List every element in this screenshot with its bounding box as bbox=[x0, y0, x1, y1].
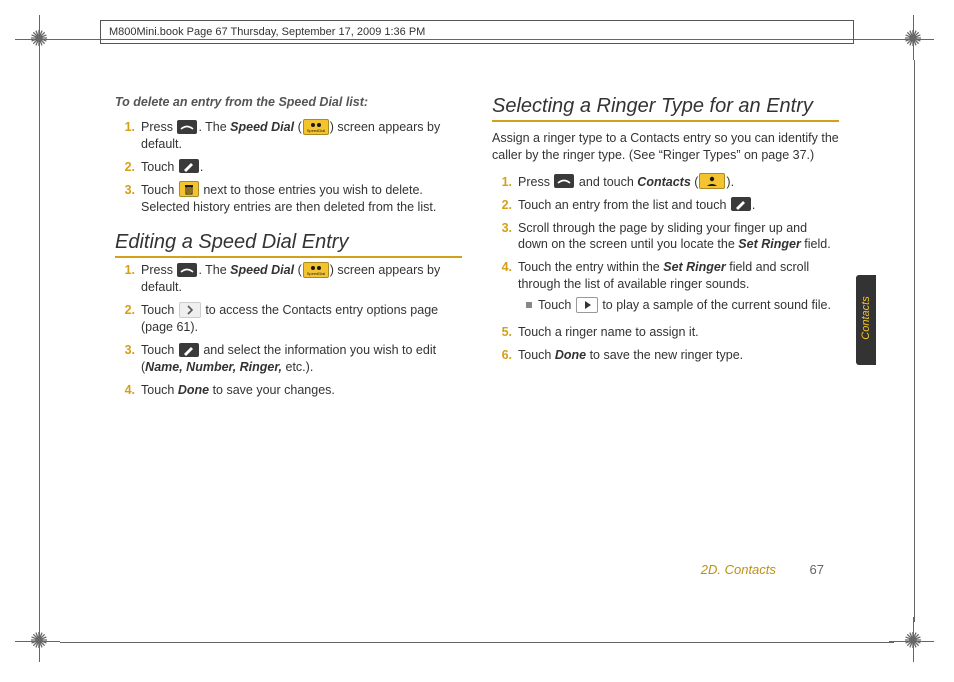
ringer-heading: Selecting a Ringer Type for an Entry bbox=[492, 95, 839, 122]
edit-pencil-icon bbox=[731, 197, 751, 211]
contacts-icon bbox=[699, 173, 725, 189]
list-item: 2. Touch an entry from the list and touc… bbox=[492, 197, 839, 214]
footer-page-number: 67 bbox=[810, 562, 824, 577]
edit-pencil-icon bbox=[179, 343, 199, 357]
delete-intro: To delete an entry from the Speed Dial l… bbox=[115, 95, 462, 109]
sub-bullet: Touch to play a sample of the current so… bbox=[526, 297, 839, 314]
speed-dial-icon: SpeedDial bbox=[303, 119, 329, 135]
svg-text:SpeedDial: SpeedDial bbox=[307, 128, 326, 133]
crop-mark-tr: ✺ bbox=[889, 15, 939, 65]
list-item: 1. Press . The Speed Dial (SpeedDial) sc… bbox=[115, 262, 462, 296]
crop-rule-bottom bbox=[60, 642, 894, 643]
section-tab-label: Contacts bbox=[860, 274, 872, 362]
home-key-icon bbox=[554, 174, 574, 188]
list-item: 3. Scroll through the page by sliding yo… bbox=[492, 220, 839, 254]
page-footer: 2D. Contacts 67 bbox=[701, 562, 824, 577]
home-key-icon bbox=[177, 263, 197, 277]
edit-pencil-icon bbox=[179, 159, 199, 173]
crop-mark-br: ✺ bbox=[889, 617, 939, 667]
ringer-steps: 1. Press and touch Contacts (). 2. Touch… bbox=[492, 174, 839, 364]
delete-steps: 1. Press . The Speed Dial (SpeedDial) sc… bbox=[115, 119, 462, 215]
editing-heading: Editing a Speed Dial Entry bbox=[115, 231, 462, 258]
list-item: 2. Touch . bbox=[115, 159, 462, 176]
speed-dial-icon: SpeedDial bbox=[303, 262, 329, 278]
crop-rule-left bbox=[39, 60, 40, 622]
list-item: 4. Touch the entry within the Set Ringer… bbox=[492, 259, 839, 318]
footer-section: 2D. Contacts bbox=[701, 562, 776, 577]
left-column: To delete an entry from the Speed Dial l… bbox=[115, 95, 462, 587]
list-item: 4. Touch Done to save your changes. bbox=[115, 382, 462, 399]
document-header: M800Mini.book Page 67 Thursday, Septembe… bbox=[100, 20, 854, 44]
home-key-icon bbox=[177, 120, 197, 134]
crop-rule-right bbox=[914, 60, 915, 622]
ringer-intro: Assign a ringer type to a Contacts entry… bbox=[492, 130, 839, 164]
list-item: 1. Press . The Speed Dial (SpeedDial) sc… bbox=[115, 119, 462, 153]
list-item: 1. Press and touch Contacts (). bbox=[492, 174, 839, 191]
list-item: 2. Touch to access the Contacts entry op… bbox=[115, 302, 462, 336]
crop-mark-tl: ✺ bbox=[15, 15, 65, 65]
bullet-square-icon bbox=[526, 302, 532, 308]
right-column: Selecting a Ringer Type for an Entry Ass… bbox=[492, 95, 839, 587]
edit-steps: 1. Press . The Speed Dial (SpeedDial) sc… bbox=[115, 262, 462, 398]
section-tab: Contacts bbox=[856, 275, 876, 365]
list-item: 3. Touch next to those entries you wish … bbox=[115, 182, 462, 216]
list-item: 5. Touch a ringer name to assign it. bbox=[492, 324, 839, 341]
svg-text:SpeedDial: SpeedDial bbox=[307, 271, 326, 276]
document-header-text: M800Mini.book Page 67 Thursday, Septembe… bbox=[109, 26, 425, 38]
chevron-right-icon bbox=[179, 302, 201, 318]
play-icon bbox=[576, 297, 598, 313]
page-content: To delete an entry from the Speed Dial l… bbox=[115, 95, 839, 587]
list-item: 6. Touch Done to save the new ringer typ… bbox=[492, 347, 839, 364]
list-item: 3. Touch and select the information you … bbox=[115, 342, 462, 376]
crop-mark-bl: ✺ bbox=[15, 617, 65, 667]
trash-icon bbox=[179, 181, 199, 197]
